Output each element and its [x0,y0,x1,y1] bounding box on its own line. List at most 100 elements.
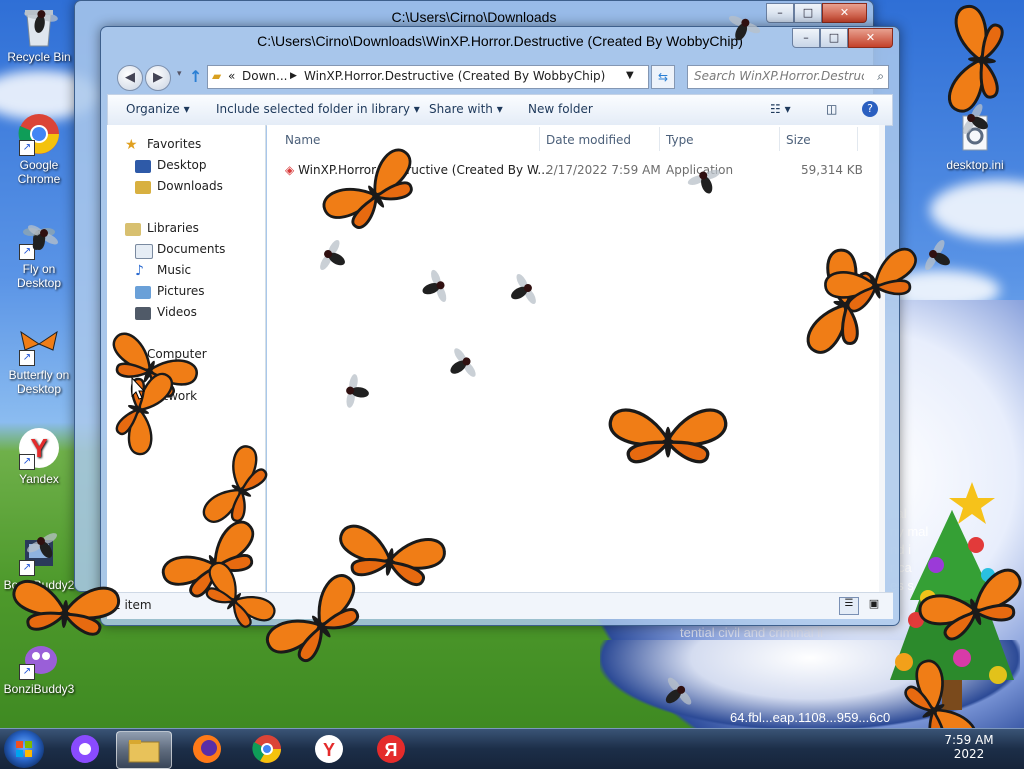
column-date-modified[interactable]: Date modified [546,133,631,147]
nav-desktop[interactable]: Desktop [135,158,207,173]
desktop-icon-label: Butterfly on Desktop [8,368,70,396]
nav-downloads[interactable]: Downloads [135,179,223,194]
desktop-icon-bonzibuddy3[interactable]: ↗ BonziBuddy3 [2,636,76,696]
desktop-icon-label: Recycle Bin [7,50,71,64]
taskbar-firefox[interactable] [180,731,234,767]
back-button[interactable]: ◀ [117,65,143,91]
recent-pages-dropdown-icon[interactable]: ▾ [177,69,182,79]
minimize-button[interactable]: – [766,3,794,23]
maximize-button[interactable]: □ [820,28,848,48]
recycle-bin-icon [17,4,61,48]
include-label: Include selected folder in library [216,102,410,116]
new-folder-button[interactable]: New folder [528,102,593,116]
chrome-icon: ↗ [17,112,61,156]
close-button[interactable]: ✕ [848,28,893,48]
scrollbar[interactable] [879,125,885,615]
caption-buttons: – □ ✕ [792,28,893,48]
column-size[interactable]: Size [786,133,811,147]
nav-libraries[interactable]: Libraries [125,221,199,236]
nav-computer[interactable]: Computer [147,347,207,361]
nav-videos[interactable]: Videos [135,305,197,320]
search-icon[interactable]: ⌕ [877,69,884,84]
desktop-icon-butterfly-on-desktop[interactable]: ↗ Butterfly on Desktop [2,322,76,396]
preview-pane-icon[interactable]: ◫ [826,102,837,116]
item-count: 1 item [113,598,152,612]
up-arrow-icon[interactable]: ↑ [189,67,202,86]
desktop-icon-label: BonziBuddy3 [3,682,75,696]
fly-icon: ↗ [17,216,61,260]
file-name-cell[interactable]: ◈ WinXP.Horror.Destructive (Created By W… [285,163,549,177]
desktop-icon-google-chrome[interactable]: ↗ Google Chrome [2,112,76,186]
butterfly-icon: ↗ [17,322,61,366]
close-button[interactable]: ✕ [822,3,867,23]
details-view-icon[interactable]: ☰ [839,597,859,615]
column-separator[interactable] [659,127,660,151]
window-explorer[interactable]: C:\Users\Cirno\Downloads\WinXP.Horror.De… [100,26,900,626]
search-input[interactable]: Search WinXP.Horror.Destructi... ⌕ [687,65,889,89]
nav-label: Pictures [157,284,205,298]
breadcrumb-separator-icon[interactable]: ▶ [290,71,297,81]
refresh-button[interactable]: ⇆ [651,65,675,89]
documents-icon [135,244,153,259]
shortcut-arrow-icon: ↗ [19,454,35,470]
nav-label: Favorites [147,137,202,151]
start-button[interactable] [4,730,44,768]
application-icon: ◈ [285,163,295,177]
alice-icon [71,735,99,763]
taskbar-alice[interactable] [58,731,112,767]
shortcut-arrow-icon: ↗ [19,244,35,260]
desktop-icon-bonzibuddy2[interactable]: ↗ BonziBuddy2 [2,532,76,592]
large-icons-view-icon[interactable]: ▣ [865,597,883,613]
desktop-icon-yandex[interactable]: Y ↗ Yandex [2,426,76,486]
nav-network[interactable]: Network [147,389,197,403]
file-type: Application [666,163,734,177]
desktop-icon-desktop-ini[interactable]: desktop.ini [938,112,1012,172]
column-separator[interactable] [539,127,540,151]
column-separator[interactable] [779,127,780,151]
desktop-icon-recycle-bin[interactable]: Recycle Bin [2,4,76,64]
taskbar-yandex[interactable]: Я [364,731,418,767]
libraries-icon [125,223,141,236]
shortcut-arrow-icon: ↗ [19,350,35,366]
breadcrumb-overflow[interactable]: « [228,69,235,83]
change-view-icon[interactable]: ☷ ▾ [770,102,791,116]
shortcut-arrow-icon: ↗ [19,140,35,156]
column-name[interactable]: Name [285,133,320,147]
maximize-button[interactable]: □ [794,3,822,23]
chrome-icon [252,735,281,763]
nav-music[interactable]: ♪ Music [135,263,192,279]
pictures-icon [135,286,151,299]
clock-date: 2022 [953,747,985,761]
taskbar-explorer[interactable] [116,731,172,769]
taskbar-yandex-browser[interactable]: Y [302,731,356,767]
forward-button[interactable]: ▶ [145,65,171,91]
nav-favorites[interactable]: ★ Favorites [125,137,202,153]
desktop-icon-fly-on-desktop[interactable]: ↗ Fly on Desktop [2,216,76,290]
organize-button[interactable]: Organize ▾ [126,102,190,116]
nav-pictures[interactable]: Pictures [135,284,205,299]
share-with-button[interactable]: Share with ▾ [429,102,503,116]
search-placeholder: Search WinXP.Horror.Destructi... [694,69,864,83]
taskbar-chrome[interactable] [240,731,294,767]
column-separator[interactable] [857,127,858,151]
file-date: 2/17/2022 7:59 AM [546,163,661,177]
breadcrumb-downloads[interactable]: Down... [242,69,287,83]
address-dropdown-icon[interactable]: ▼ [626,70,634,81]
column-type[interactable]: Type [666,133,694,147]
desktop-icon [135,160,151,173]
system-clock[interactable]: 7:59 AM 2022 [914,729,1024,769]
desktop-icon-label: Fly on Desktop [16,262,62,290]
nav-documents[interactable]: Documents [135,242,225,259]
nav-label: Computer [147,347,207,361]
desktop-icon-label: Google Chrome [17,158,61,186]
nav-label: Libraries [147,221,199,235]
navigation-pane: ★ Favorites Desktop Downloads Libraries D… [107,125,266,615]
nav-label: Music [157,263,192,277]
minimize-button[interactable]: – [792,28,820,48]
breadcrumb-current[interactable]: WinXP.Horror.Destructive (Created By Wob… [304,69,605,83]
include-in-library-button[interactable]: Include selected folder in library ▾ [216,102,420,116]
address-bar[interactable]: ▰ « Down... ▶ WinXP.Horror.Destructive (… [207,65,649,89]
christmas-tree-icon [890,482,1014,710]
file-size: 59,314 KB [801,163,863,177]
help-icon[interactable]: ? [862,101,878,117]
